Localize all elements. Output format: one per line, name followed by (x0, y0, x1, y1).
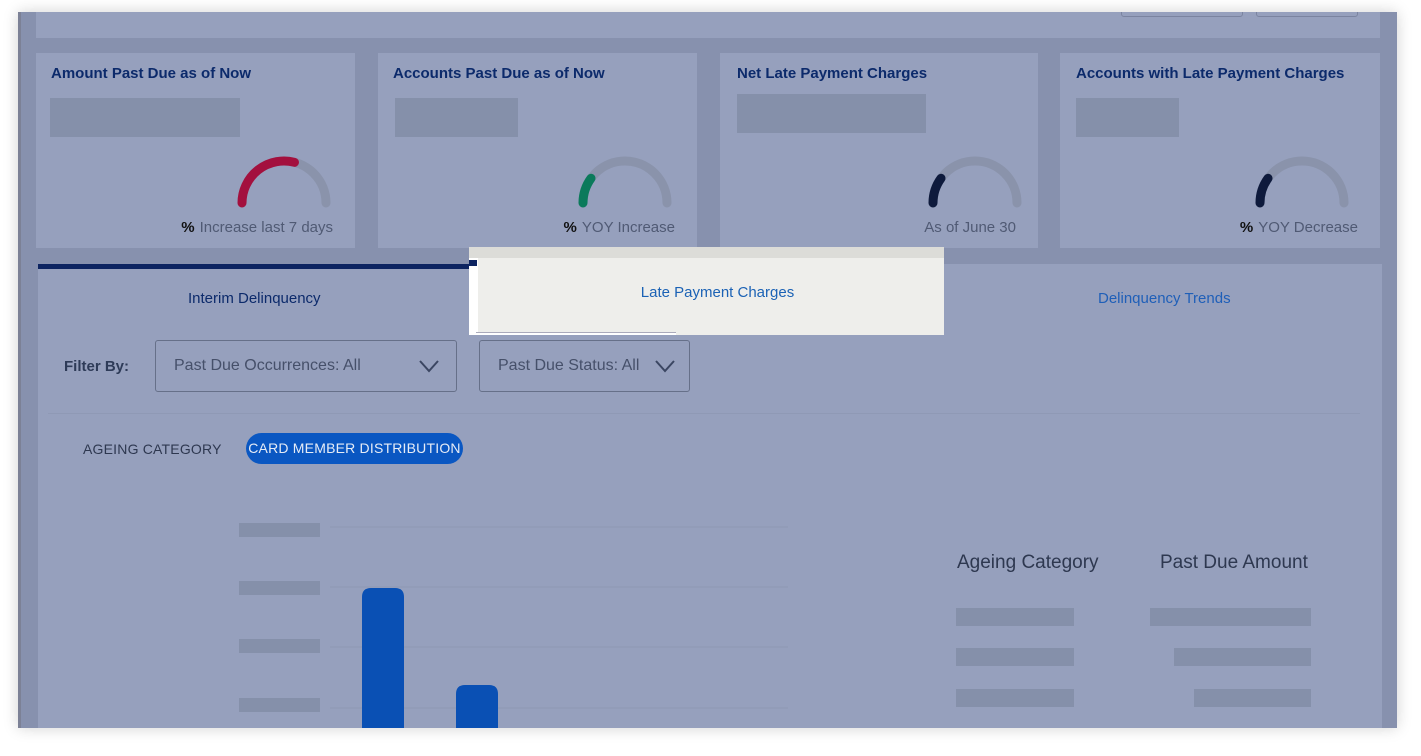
tab-late-payment-charges[interactable]: Late Payment Charges (469, 247, 944, 335)
value-placeholder (1076, 98, 1179, 137)
column-header-past-due-amount: Past Due Amount (1160, 552, 1308, 573)
left-rail (18, 12, 21, 728)
gauge-icon (1255, 156, 1349, 208)
active-tab-indicator (38, 264, 478, 269)
card-title: Accounts Past Due as of Now (393, 65, 605, 82)
bar (456, 685, 498, 728)
kpi-card-accounts-late-payment: Accounts with Late Payment Charges % YOY … (1060, 53, 1380, 248)
percent-sign: % (1239, 219, 1254, 236)
column-header-ageing: Ageing Category (957, 552, 1099, 573)
ageing-category-toggle[interactable]: AGEING CATEGORY (83, 441, 222, 457)
card-title: Amount Past Due as of Now (51, 65, 252, 82)
footer-text: YOY Increase (581, 219, 675, 236)
kpi-card-amount-past-due: Amount Past Due as of Now % Increase last… (36, 53, 355, 248)
popup-top-bar (469, 247, 944, 258)
card-footer: % YOY Decrease (1240, 219, 1358, 236)
gauge-icon (237, 156, 331, 208)
select-value: Past Due Occurrences: All (174, 357, 361, 374)
gauge-fill (578, 173, 596, 208)
value-placeholder (50, 98, 240, 137)
card-footer: % YOY Increase (564, 219, 675, 236)
distribution-bar-chart (239, 523, 788, 728)
chevron-down-icon (655, 360, 675, 373)
top-action-button-1[interactable] (1121, 12, 1243, 17)
footer-text: As of June 30 (924, 219, 1016, 236)
tick-label-placeholder (239, 581, 320, 595)
gauge-icon (928, 156, 1022, 208)
value-placeholder (737, 94, 926, 133)
gauge-track (578, 156, 672, 208)
kpi-card-accounts-past-due: Accounts Past Due as of Now % YOY Increas… (378, 53, 697, 248)
tab-content: Filter By: Past Due Occurrences: All Pas… (38, 332, 1382, 728)
table-cell-placeholder (956, 689, 1074, 707)
table-cell-placeholder (1194, 689, 1311, 707)
table-cell-placeholder (956, 648, 1074, 666)
card-member-distribution-toggle[interactable]: CARD MEMBER DISTRIBUTION (246, 433, 463, 464)
bar (362, 588, 404, 728)
percent-sign: % (181, 219, 195, 236)
divider (48, 413, 1360, 414)
value-placeholder (395, 98, 518, 137)
select-value: Past Due Status: All (498, 357, 640, 374)
top-action-button-2[interactable] (1256, 12, 1358, 17)
gauge-fill (1255, 173, 1273, 208)
popup-notch (469, 260, 477, 266)
gauge-track (1255, 156, 1349, 208)
table-cell-placeholder (1150, 608, 1311, 626)
footer-text: Increase last 7 days (199, 219, 333, 236)
popup-bottom-edge (476, 332, 676, 335)
gauge-track (928, 156, 1022, 208)
percent-sign: % (563, 219, 577, 236)
app-window: Amount Past Due as of Now % Increase last… (18, 12, 1397, 728)
past-due-status-select[interactable]: Past Due Status: All (479, 340, 690, 392)
card-footer: As of June 30 (919, 219, 1016, 236)
gauge-fill (928, 173, 946, 208)
card-footer: % Increase last 7 days (181, 219, 333, 236)
kpi-card-net-late-payment: Net Late Payment Charges As of June 30 (720, 53, 1038, 248)
footer-text: YOY Decrease (1258, 219, 1358, 236)
table-cell-placeholder (1174, 648, 1311, 666)
tab-label: Late Payment Charges (640, 284, 795, 301)
past-due-occurrences-select[interactable]: Past Due Occurrences: All (155, 340, 457, 392)
chevron-down-icon (419, 360, 439, 373)
card-title: Net Late Payment Charges (737, 65, 928, 82)
gauge-icon (578, 156, 672, 208)
filter-label: Filter By: (64, 358, 130, 375)
top-panel (36, 12, 1380, 38)
tick-label-placeholder (239, 523, 320, 537)
card-title: Accounts with Late Payment Charges (1076, 65, 1345, 82)
tick-label-placeholder (239, 698, 320, 712)
gauge-fill (237, 156, 299, 208)
table-cell-placeholder (956, 608, 1074, 626)
tab-interim-delinquency[interactable]: Interim Delinquency (188, 290, 321, 307)
tick-label-placeholder (239, 639, 320, 653)
tab-delinquency-trends[interactable]: Delinquency Trends (1098, 290, 1231, 307)
